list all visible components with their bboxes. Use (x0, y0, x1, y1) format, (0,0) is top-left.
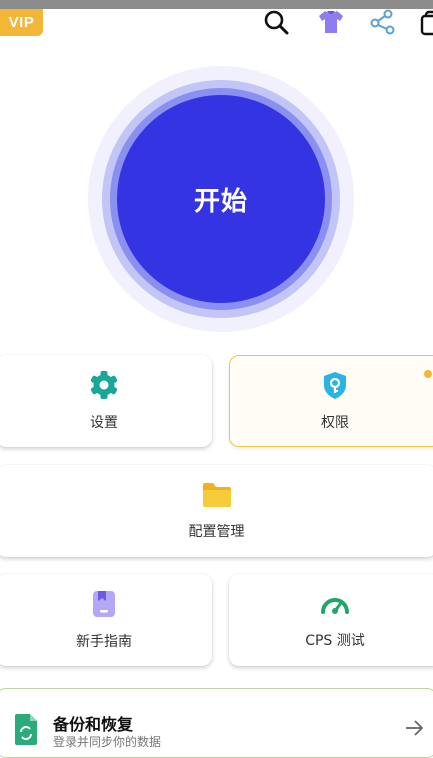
copy-icon[interactable] (417, 6, 433, 38)
vip-badge[interactable]: VIP (0, 9, 43, 36)
permissions-card[interactable]: 权限 (229, 355, 433, 447)
bookmark-book-icon (90, 589, 118, 623)
start-button[interactable]: 开始 (117, 95, 325, 303)
backup-subtitle: 登录并同步你的数据 (53, 735, 162, 749)
backup-title: 备份和恢复 (53, 715, 134, 734)
share-icon[interactable] (367, 6, 399, 38)
search-icon[interactable] (260, 6, 292, 38)
settings-label: 设置 (90, 415, 118, 431)
arrow-right-icon (404, 719, 424, 741)
beginner-guide-label: 新手指南 (76, 634, 132, 650)
folder-icon (201, 481, 233, 513)
start-button-container: 开始 (88, 66, 354, 332)
cps-test-label: CPS 测试 (305, 633, 365, 649)
start-label: 开始 (193, 186, 248, 217)
sync-file-icon (13, 713, 39, 749)
shield-key-icon (320, 370, 350, 404)
config-management-label: 配置管理 (188, 524, 245, 540)
settings-card[interactable]: 设置 (0, 355, 212, 447)
cps-test-card[interactable]: CPS 测试 (229, 574, 433, 666)
backup-restore-card[interactable]: 备份和恢复 登录并同步你的数据 (0, 688, 433, 758)
notification-dot (424, 370, 432, 378)
gear-icon (89, 370, 119, 404)
beginner-guide-card[interactable]: 新手指南 (0, 574, 212, 666)
permissions-label: 权限 (321, 415, 349, 431)
theme-shirt-icon[interactable] (315, 6, 347, 38)
speedometer-icon (319, 590, 351, 622)
config-management-card[interactable]: 配置管理 (0, 465, 433, 557)
